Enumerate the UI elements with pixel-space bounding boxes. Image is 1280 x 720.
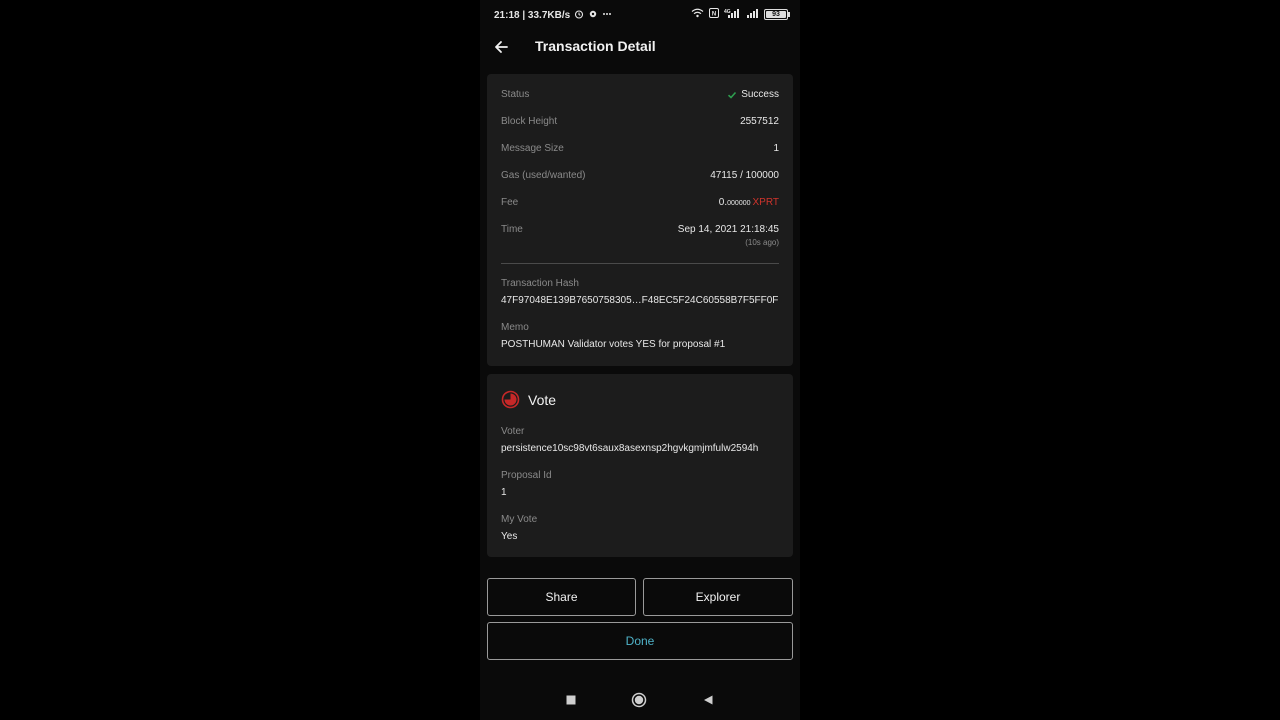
status-label: Status bbox=[501, 89, 530, 100]
status-row: Status Success bbox=[501, 89, 779, 103]
voter-value[interactable]: persistence10sc98vt6saux8asexnsp2hgvkgmj… bbox=[501, 443, 783, 454]
block-height-label: Block Height bbox=[501, 116, 558, 127]
alarm-icon bbox=[574, 9, 584, 22]
memo-label: Memo bbox=[501, 322, 529, 333]
vote-message-card: Vote Voter persistence10sc98vt6saux8asex… bbox=[487, 374, 793, 557]
hash-label: Transaction Hash bbox=[501, 278, 579, 289]
gas-value: 47115 / 100000 bbox=[710, 170, 779, 181]
gas-label: Gas (used/wanted) bbox=[501, 170, 586, 181]
signal-icon-2 bbox=[745, 8, 759, 21]
app-header: Transaction Detail bbox=[480, 30, 800, 64]
status-bar: 21:18 | 33.7KB/s N 4G 93 bbox=[480, 0, 800, 28]
battery-icon: 93 bbox=[764, 9, 790, 20]
fee-decimals: 000000 bbox=[727, 200, 751, 207]
my-vote-label: My Vote bbox=[501, 514, 538, 525]
transaction-summary-card: Status Success Block Height 2557512 Mess… bbox=[487, 74, 793, 366]
system-nav-bar bbox=[480, 686, 800, 714]
fee-value: 0.000000 XPRT bbox=[719, 197, 779, 208]
vote-icon bbox=[501, 390, 520, 409]
block-height-value: 2557512 bbox=[740, 116, 779, 127]
divider bbox=[501, 263, 779, 264]
message-size-row: Message Size 1 bbox=[501, 143, 779, 157]
hash-value[interactable]: 47F97048E139B7650758305…F48EC5F24C60558B… bbox=[501, 295, 783, 306]
settings-icon bbox=[588, 9, 598, 22]
vote-title: Vote bbox=[528, 391, 557, 408]
block-height-row: Block Height 2557512 bbox=[501, 116, 779, 130]
time-label: Time bbox=[501, 224, 523, 235]
nav-back-button[interactable] bbox=[700, 692, 716, 708]
nav-square-icon bbox=[566, 695, 576, 705]
wifi-icon bbox=[691, 8, 704, 21]
phone-screen: 21:18 | 33.7KB/s N 4G 93 Transaction Det… bbox=[480, 0, 800, 720]
my-vote-value: Yes bbox=[501, 531, 518, 542]
time-ago: (10s ago) bbox=[745, 238, 779, 247]
page-title: Transaction Detail bbox=[535, 38, 656, 54]
status-bar-left: 21:18 | 33.7KB/s bbox=[494, 9, 612, 22]
fee-int: 0. bbox=[718, 197, 728, 208]
fee-label: Fee bbox=[501, 197, 519, 208]
memo-value: POSTHUMAN Validator votes YES for propos… bbox=[501, 339, 726, 350]
data-icon: N bbox=[709, 8, 719, 21]
svg-text:N: N bbox=[712, 12, 716, 18]
message-size-value: 1 bbox=[773, 143, 779, 154]
home-button[interactable] bbox=[631, 692, 647, 708]
recent-apps-button[interactable] bbox=[563, 692, 579, 708]
time-row: Time Sep 14, 2021 21:18:45 bbox=[501, 224, 779, 238]
check-icon bbox=[728, 91, 737, 99]
nav-home-icon bbox=[631, 692, 647, 708]
status-bar-right: N 4G 93 bbox=[691, 8, 790, 21]
fee-denom: XPRT bbox=[752, 197, 780, 208]
proposal-id-label: Proposal Id bbox=[501, 470, 552, 481]
explorer-button[interactable]: Explorer bbox=[643, 578, 793, 616]
back-arrow-icon bbox=[495, 41, 508, 53]
status-time-speed: 21:18 | 33.7KB/s bbox=[494, 10, 571, 21]
message-size-label: Message Size bbox=[501, 143, 564, 154]
signal-icon: 4G bbox=[724, 8, 740, 21]
battery-level: 93 bbox=[772, 11, 780, 18]
svg-text:4G: 4G bbox=[724, 9, 731, 15]
status-text: Success bbox=[741, 89, 779, 100]
time-value: Sep 14, 2021 21:18:45 bbox=[677, 224, 779, 235]
voter-label: Voter bbox=[501, 426, 525, 437]
status-value: Success bbox=[727, 89, 779, 100]
more-dots-icon bbox=[602, 9, 612, 22]
fee-row: Fee 0.000000 XPRT bbox=[501, 197, 779, 211]
proposal-id-value: 1 bbox=[501, 487, 507, 498]
nav-back-icon bbox=[704, 695, 713, 705]
vote-header: Vote bbox=[501, 390, 556, 409]
share-button[interactable]: Share bbox=[487, 578, 636, 616]
gas-row: Gas (used/wanted) 47115 / 100000 bbox=[501, 170, 779, 184]
back-button[interactable] bbox=[488, 34, 514, 60]
done-button[interactable]: Done bbox=[487, 622, 793, 660]
